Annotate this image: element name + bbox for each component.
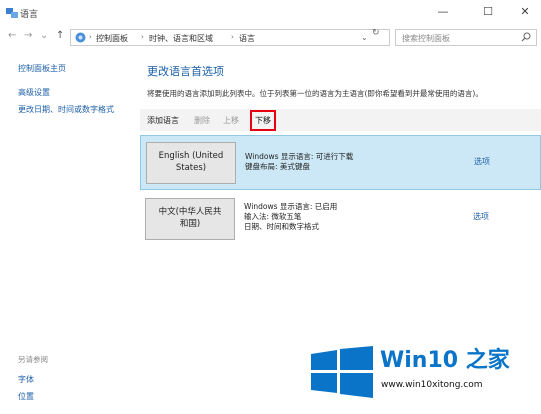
address-bar[interactable]: › 控制面板 › 时钟、语言和区域 › 语言 ⌄ [70,29,390,46]
watermark-title: Win10 之家 [380,348,510,373]
move-up-button[interactable]: 上移 [223,115,239,126]
page-title: 更改语言首选项 [147,65,224,78]
window-title: 语言 [20,10,39,20]
sidebar-item-change-date-time-format[interactable]: 更改日期、时间或数字格式 [18,104,114,115]
back-button[interactable]: ← [8,30,16,41]
refresh-button[interactable]: ↻ [372,28,380,38]
remove-button[interactable]: 删除 [194,115,210,126]
language-toolbar: 添加语言 删除 上移 下移 [140,109,541,131]
sidebar-item-control-panel-home[interactable]: 控制面板主页 [18,63,66,74]
options-link[interactable]: 选项 [473,211,489,222]
keyboard-layout: 键盘布局: 美式键盘 [245,162,310,172]
title-bar: 语言 — ☐ ✕ [0,0,541,26]
sidebar-item-advanced-settings[interactable]: 高级设置 [18,87,50,98]
close-button[interactable]: ✕ [507,0,541,24]
watermark-url: www.win10xitong.com [381,380,483,390]
address-row: ← → ⌄ ↑ › 控制面板 › 时钟、语言和区域 › 语言 ⌄ ↻ 搜索控制面… [0,26,541,48]
control-panel-icon [75,32,86,43]
language-icon [6,8,18,18]
search-input[interactable]: 搜索控制面板 [395,29,537,46]
minimize-button[interactable]: — [425,0,461,24]
breadcrumb-separator: › [231,33,234,41]
see-also-heading: 另请参阅 [18,355,48,364]
breadcrumb-clock-language-region[interactable]: 时钟、语言和区域 [149,33,213,44]
windows-logo-icon [311,346,373,398]
breadcrumb-separator: › [141,33,144,41]
breadcrumb-language[interactable]: 语言 [239,33,255,44]
language-name-line: English (United [158,151,224,162]
maximize-button[interactable]: ☐ [470,0,506,24]
options-link[interactable]: 选项 [474,156,490,167]
sidebar-link-location[interactable]: 位置 [18,391,34,402]
add-language-button[interactable]: 添加语言 [147,115,179,126]
breadcrumb-separator: › [89,33,92,41]
sidebar-link-fonts[interactable]: 字体 [18,374,34,385]
language-row-english[interactable]: English (United States) Windows 显示语言: 可进… [140,135,541,190]
language-name-line: States) [175,163,207,173]
language-name-line: 和国) [179,219,201,229]
search-placeholder: 搜索控制面板 [402,34,450,43]
move-down-button[interactable]: 下移 [250,110,276,131]
language-name-line: 中文(中华人民共 [158,207,222,218]
recent-locations-dropdown[interactable]: ⌄ [40,30,48,41]
display-language-status: Windows 显示语言: 已启用 [244,202,338,211]
display-language-status: Windows 显示语言: 可进行下载 [245,152,354,161]
input-method: 输入法: 微软五笔 [244,212,302,222]
search-icon[interactable] [521,32,531,42]
language-info: Windows 显示语言: 已启用 输入法: 微软五笔 日期、时间和数字格式 [244,202,337,232]
forward-button[interactable]: → [24,30,32,41]
page-description: 将要使用的语言添加到此列表中。位于列表第一位的语言为主语言(即你希望看到并最常使… [147,89,483,98]
language-info: Windows 显示语言: 可进行下载 键盘布局: 美式键盘 [245,152,353,172]
date-time-format: 日期、时间和数字格式 [244,222,319,232]
up-button[interactable]: ↑ [56,30,64,41]
address-dropdown-icon[interactable]: ⌄ [361,33,368,42]
language-name-button[interactable]: 中文(中华人民共 和国) [145,198,235,240]
language-name-button[interactable]: English (United States) [146,142,236,184]
breadcrumb-control-panel[interactable]: 控制面板 [96,33,128,44]
language-row-chinese[interactable]: 中文(中华人民共 和国) Windows 显示语言: 已启用 输入法: 微软五笔… [140,195,541,246]
